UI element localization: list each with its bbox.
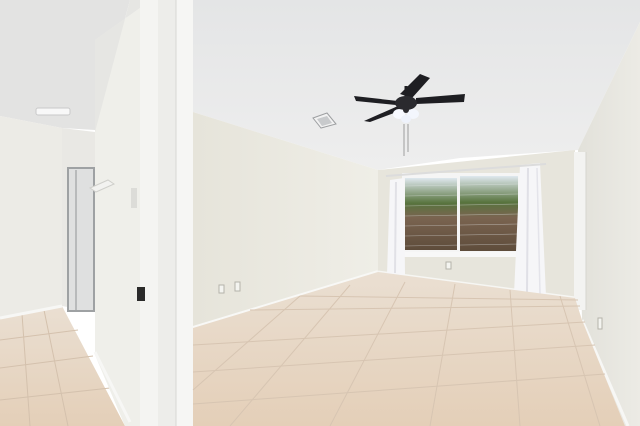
window xyxy=(400,173,522,257)
room-photo xyxy=(0,0,640,426)
curtain-left xyxy=(387,178,405,275)
ceiling-light-small xyxy=(35,107,71,116)
door-frame xyxy=(140,0,158,426)
outlet-icon xyxy=(445,261,452,270)
door-hinge-icon xyxy=(137,287,145,301)
shower-enclosure xyxy=(67,167,95,312)
outlet-icon xyxy=(218,284,225,294)
doorway-right xyxy=(574,152,586,310)
outlet-icon xyxy=(234,281,241,292)
partition-wall xyxy=(88,0,193,426)
outlet-icon xyxy=(597,317,603,330)
door-hinge-icon xyxy=(131,188,137,208)
